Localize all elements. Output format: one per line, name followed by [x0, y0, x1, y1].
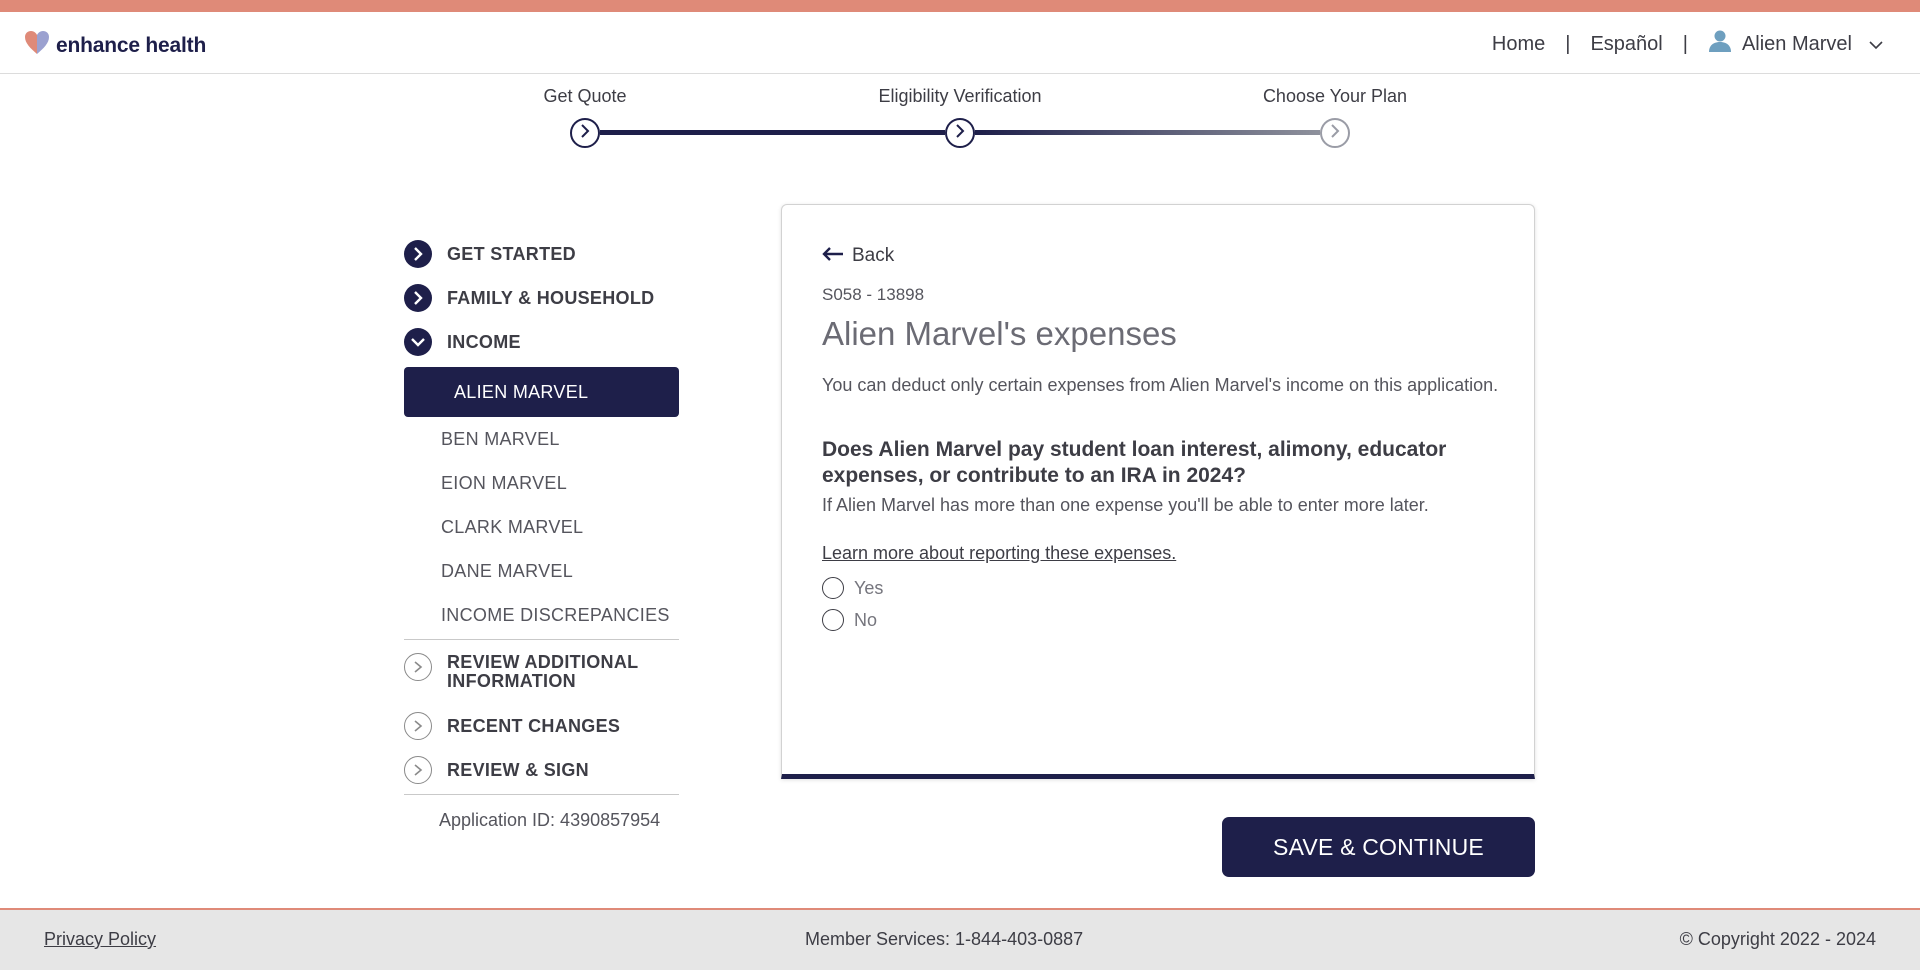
card-description: You can deduct only certain expenses fro… [822, 375, 1499, 395]
member-services-phone: Member Services: 1-844-403-0887 [805, 929, 1084, 949]
sidebar-item-label-line1: REVIEW ADDITIONAL [447, 652, 639, 672]
sidebar-item-recent-changes[interactable]: RECENT CHANGES [404, 704, 692, 748]
sidebar-item-label: REVIEW & SIGN [447, 759, 589, 780]
sidebar-item-label-line2: INFORMATION [447, 671, 576, 691]
heart-logo-icon [24, 30, 52, 61]
chevron-right-icon [1329, 123, 1341, 143]
radio-yes[interactable]: Yes [822, 577, 883, 599]
arrow-left-icon [822, 245, 844, 267]
sidebar-item-review-additional[interactable]: REVIEW ADDITIONAL INFORMATION [404, 640, 692, 704]
chevron-down-icon [1868, 33, 1884, 56]
chevron-right-icon [579, 123, 591, 143]
progress-line-upcoming [975, 130, 1320, 135]
progress-line-complete [600, 130, 945, 135]
user-name: Alien Marvel [1741, 32, 1852, 55]
sidebar-item-get-started[interactable]: GET STARTED [404, 232, 692, 276]
chevron-right-icon [404, 653, 432, 681]
sidebar-item-label: REVIEW ADDITIONAL INFORMATION [447, 653, 638, 691]
step-circle-upcoming [1320, 118, 1350, 148]
question-card: Back S058 - 13898 Alien Marvel's expense… [781, 204, 1535, 779]
nav-separator: | [1565, 32, 1571, 55]
application-id: Application ID: 4390857954 [439, 810, 661, 830]
nav-separator: | [1682, 32, 1688, 55]
home-link[interactable]: Home [1492, 33, 1545, 56]
radio-yes-label: Yes [854, 577, 884, 598]
sidebar-subitem-eion-marvel[interactable]: EION MARVEL [404, 461, 692, 505]
step-label-eligibility: Eligibility Verification [878, 86, 1042, 106]
step-circle-complete [570, 118, 600, 148]
sidebar-subitem-clark-marvel[interactable]: CLARK MARVEL [404, 505, 692, 549]
site-header: enhance health Home | Español | Alien Ma… [0, 12, 1920, 74]
site-footer: Privacy Policy Member Services: 1-844-40… [0, 908, 1920, 970]
sidebar-subitem-alien-marvel[interactable]: ALIEN MARVEL [404, 367, 679, 417]
sidebar-item-label: FAMILY & HOUSEHOLD [447, 287, 655, 308]
step-label-get-quote: Get Quote [543, 86, 627, 106]
sidebar-item-label: RECENT CHANGES [447, 715, 621, 736]
sidebar-item-review-sign[interactable]: REVIEW & SIGN [404, 748, 692, 792]
language-link[interactable]: Español [1590, 33, 1662, 56]
chevron-right-icon [404, 240, 432, 268]
chevron-down-icon [404, 328, 432, 356]
sidebar-subitem-ben-marvel[interactable]: BEN MARVEL [404, 417, 692, 461]
top-accent-stripe [0, 0, 1920, 12]
sidebar-divider [404, 794, 679, 795]
sidebar-item-label: GET STARTED [447, 243, 576, 264]
screen-code: S058 - 13898 [822, 285, 925, 304]
chevron-right-icon [954, 123, 966, 143]
save-continue-button[interactable]: SAVE & CONTINUE [1222, 817, 1535, 877]
back-button[interactable]: Back [822, 245, 894, 267]
user-menu[interactable]: Alien Marvel [1708, 29, 1884, 59]
sidebar-item-income[interactable]: INCOME [404, 320, 692, 364]
radio-circle[interactable] [822, 577, 844, 599]
learn-more-link[interactable]: Learn more about reporting these expense… [822, 543, 1176, 564]
sidebar-item-family-household[interactable]: FAMILY & HOUSEHOLD [404, 276, 692, 320]
step-circle-current [945, 118, 975, 148]
user-icon [1708, 29, 1732, 59]
header-nav: Home | Español | Alien Marvel [1492, 29, 1884, 59]
sidebar-subitem-income-discrepancies[interactable]: INCOME DISCREPANCIES [404, 593, 692, 637]
radio-circle[interactable] [822, 609, 844, 631]
chevron-right-icon [404, 756, 432, 784]
privacy-policy-link[interactable]: Privacy Policy [44, 929, 156, 950]
question-text: Does Alien Marvel pay student loan inter… [822, 438, 1447, 487]
page-title: Alien Marvel's expenses [822, 315, 1177, 352]
chevron-right-icon [404, 712, 432, 740]
radio-no-label: No [854, 609, 878, 630]
step-label-choose-plan: Choose Your Plan [1262, 86, 1408, 106]
question-hint: If Alien Marvel has more than one expens… [822, 495, 1429, 515]
logo[interactable]: enhance health [24, 30, 206, 61]
back-label: Back [852, 245, 895, 266]
logo-text: enhance health [56, 33, 207, 57]
sidebar-subitem-dane-marvel[interactable]: DANE MARVEL [404, 549, 692, 593]
radio-no[interactable]: No [822, 609, 877, 631]
sidebar-item-label: INCOME [447, 331, 521, 352]
chevron-right-icon [404, 284, 432, 312]
application-sidebar: GET STARTED FAMILY & HOUSEHOLD INCOME AL… [404, 232, 692, 831]
copyright: © Copyright 2022 - 2024 [1679, 929, 1876, 949]
